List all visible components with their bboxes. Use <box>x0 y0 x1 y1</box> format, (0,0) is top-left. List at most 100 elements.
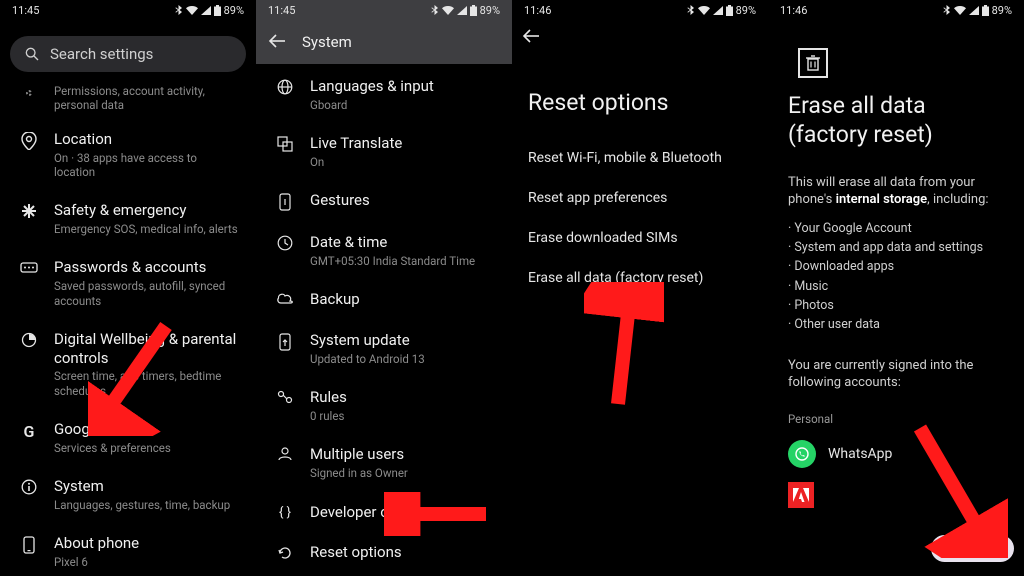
battery-icon <box>982 5 989 16</box>
status-battery: 89% <box>480 4 500 17</box>
wifi-icon <box>954 6 966 15</box>
page-title: Erase all data (factory reset) <box>768 78 1024 150</box>
bluetooth-icon <box>943 5 951 15</box>
list-item-rules[interactable]: Rules0 rules <box>256 377 512 434</box>
list-item-about[interactable]: About phonePixel 6 <box>0 523 256 576</box>
list-item-developer[interactable]: { } Developer options <box>256 492 512 533</box>
reset-option-list: Reset Wi-Fi, mobile & Bluetooth Reset ap… <box>512 138 768 298</box>
status-right: 89% <box>943 4 1012 17</box>
list-item-safety[interactable]: Safety & emergencyEmergency SOS, medical… <box>0 190 256 247</box>
erase-bullets: Your Google Account System and app data … <box>768 209 1024 335</box>
back-button[interactable] <box>268 33 286 52</box>
list-item-reset[interactable]: Reset options <box>256 532 512 573</box>
clock-icon <box>274 233 296 251</box>
list-item-wellbeing[interactable]: Digital Wellbeing & parental controlsScr… <box>0 319 256 409</box>
bluetooth-icon <box>175 5 183 15</box>
globe-icon <box>274 77 296 95</box>
status-right: 89% <box>431 4 500 17</box>
search-placeholder: Search settings <box>50 45 153 63</box>
translate-icon <box>274 134 296 152</box>
location-icon <box>18 130 40 150</box>
adobe-icon <box>788 482 814 508</box>
signal-icon <box>457 6 467 15</box>
status-bar: 11:46 89% <box>512 0 768 20</box>
list-item-datetime[interactable]: Date & timeGMT+05:30 India Standard Time <box>256 222 512 279</box>
wifi-icon <box>698 6 710 15</box>
status-battery: 89% <box>736 4 756 17</box>
settings-list: Permissions, account activity, personal … <box>0 82 256 576</box>
gesture-icon <box>274 191 296 211</box>
users-icon <box>274 445 296 461</box>
opt-reset-wifi[interactable]: Reset Wi-Fi, mobile & Bluetooth <box>512 138 768 178</box>
key-icon <box>18 258 40 274</box>
back-button[interactable] <box>512 20 768 47</box>
status-time: 11:45 <box>268 4 295 17</box>
status-battery: 89% <box>224 4 244 17</box>
page-title: Reset options <box>512 47 768 138</box>
account-whatsapp: WhatsApp <box>768 426 1024 468</box>
search-icon <box>24 46 40 62</box>
status-time: 11:45 <box>12 4 39 17</box>
status-right: 89% <box>687 4 756 17</box>
status-time: 11:46 <box>780 4 807 17</box>
bullet: System and app data and settings <box>788 238 1004 257</box>
screen-reset-options: 11:46 89% Reset options Reset Wi-Fi, mob… <box>512 0 768 576</box>
bluetooth-icon <box>431 5 439 15</box>
status-bar: 11:45 89% <box>256 0 512 20</box>
signal-icon <box>713 6 723 15</box>
battery-icon <box>726 5 733 16</box>
status-battery: 89% <box>992 4 1012 17</box>
opt-reset-app-prefs[interactable]: Reset app preferences <box>512 178 768 218</box>
screen-settings-main: 11:45 89% Search settings Permissions, a… <box>0 0 256 576</box>
list-item-privacy-sub[interactable]: Permissions, account activity, personal … <box>0 84 256 119</box>
list-item-update[interactable]: System updateUpdated to Android 13 <box>256 320 512 377</box>
screen-system: 11:45 89% System Languages & inputGboard… <box>256 0 512 576</box>
wellbeing-icon <box>18 330 40 348</box>
info-icon <box>18 477 40 495</box>
trash-icon-box <box>768 20 1024 78</box>
list-item-passwords[interactable]: Passwords & accountsSaved passwords, aut… <box>0 247 256 319</box>
bluetooth-icon <box>687 5 695 15</box>
header-title: System <box>302 33 352 51</box>
screen-erase-all: 11:46 89% Erase all data (factory reset)… <box>768 0 1024 576</box>
erase-all-button[interactable]: Erase all data <box>931 535 1014 562</box>
phone-icon <box>18 534 40 554</box>
opt-erase-sims[interactable]: Erase downloaded SIMs <box>512 218 768 258</box>
signed-accounts-label: You are currently signed into the follow… <box>768 335 1024 392</box>
list-item-google[interactable]: G GoogleServices & preferences <box>0 409 256 466</box>
search-settings[interactable]: Search settings <box>10 36 246 72</box>
system-list: Languages & inputGboard Live TranslateOn… <box>256 64 512 573</box>
bullet: Your Google Account <box>788 219 1004 238</box>
dots-icon <box>26 90 32 96</box>
bullet: Music <box>788 277 1004 296</box>
whatsapp-icon <box>788 440 816 468</box>
list-item-languages[interactable]: Languages & inputGboard <box>256 66 512 123</box>
list-item-system[interactable]: SystemLanguages, gestures, time, backup <box>0 466 256 523</box>
battery-icon <box>470 5 477 16</box>
wifi-icon <box>442 6 454 15</box>
trash-icon <box>806 55 820 71</box>
list-item-translate[interactable]: Live TranslateOn <box>256 123 512 180</box>
battery-icon <box>214 5 221 16</box>
list-item-users[interactable]: Multiple usersSigned in as Owner <box>256 434 512 491</box>
signal-icon <box>969 6 979 15</box>
account-adobe <box>768 468 1024 508</box>
tutorial-arrow-3 <box>584 282 664 412</box>
header: System <box>256 20 512 64</box>
status-right: 89% <box>175 4 244 17</box>
rules-icon <box>274 388 296 404</box>
status-bar: 11:45 89% <box>0 0 256 20</box>
list-item-location[interactable]: LocationOn · 38 apps have access to loca… <box>0 119 256 191</box>
list-item-backup[interactable]: Backup <box>256 279 512 320</box>
update-icon <box>274 331 296 351</box>
status-bar: 11:46 89% <box>768 0 1024 20</box>
account-name: WhatsApp <box>828 446 892 462</box>
braces-icon: { } <box>274 503 296 520</box>
list-item-gestures[interactable]: Gestures <box>256 180 512 222</box>
reset-icon <box>274 543 296 561</box>
signal-icon <box>201 6 211 15</box>
bullet: Downloaded apps <box>788 257 1004 276</box>
google-icon: G <box>18 420 40 441</box>
erase-description: This will erase all data from your phone… <box>768 150 1024 209</box>
opt-erase-all[interactable]: Erase all data (factory reset) <box>512 258 768 298</box>
